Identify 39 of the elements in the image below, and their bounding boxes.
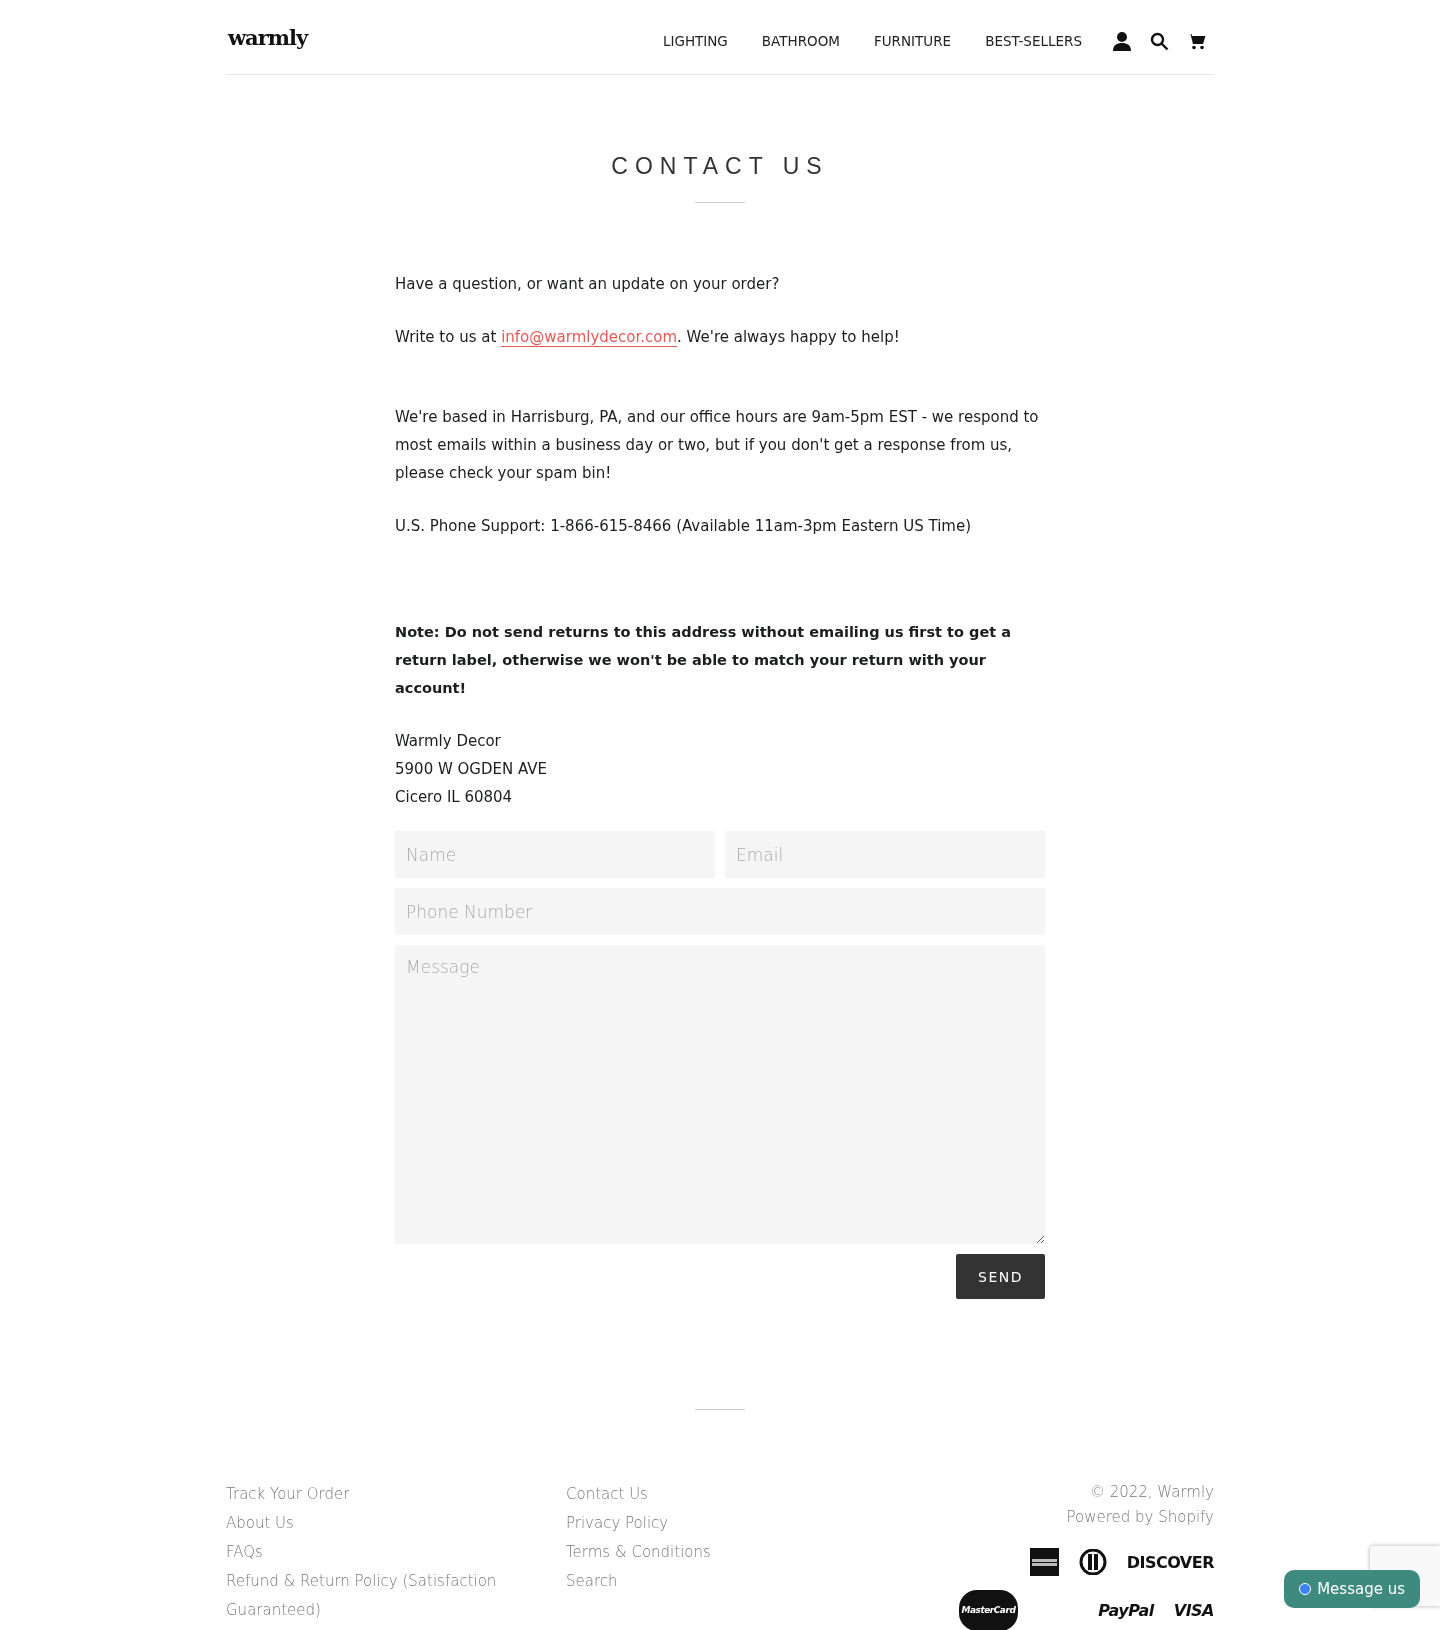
mastercard-logo: MasterCard xyxy=(958,1590,1019,1630)
nav-link[interactable]: LIGHTING xyxy=(662,33,728,49)
contact-text: We're based in Harrisburg, PA, and our office hours are 9am-5pm EST - we respond to most emails within a business day or two, but if you don't get a response from us, please check your spam bin! xyxy=(395,407,1040,484)
footer-link[interactable]: Refund & Return Policy (Satisfaction Guaranteed) xyxy=(226,1567,566,1625)
contact-text: U.S. Phone Support: 1-866-615-8466 (Available 11am-3pm Eastern US Time) xyxy=(395,516,972,537)
returns-note: Note: Do not send returns to this address without emailing us first to get a return label, otherwise we won't be able to match your return with your account! xyxy=(395,623,1012,698)
account-icon[interactable] xyxy=(1112,31,1132,51)
message-field[interactable]: Message xyxy=(395,945,1045,1244)
send-button[interactable]: SEND xyxy=(956,1254,1045,1299)
copyright-text: © 2022, Warmly xyxy=(1089,1482,1214,1503)
footer-link[interactable]: Privacy Policy xyxy=(566,1509,866,1538)
paypal-logo: PayPal xyxy=(1098,1600,1154,1622)
footer-link[interactable]: Track Your Order xyxy=(226,1480,566,1509)
name-field[interactable]: Name xyxy=(395,831,715,878)
address-line: Cicero IL 60804 xyxy=(395,787,514,808)
phone-field[interactable]: Phone Number xyxy=(395,888,1045,935)
message-us-button[interactable]: Message us xyxy=(1284,1570,1420,1608)
amex-card-icon xyxy=(1029,1548,1059,1576)
footer-link[interactable]: Contact Us xyxy=(566,1480,866,1509)
logo[interactable]: warmly xyxy=(228,24,308,50)
footer-link[interactable]: Search xyxy=(566,1567,866,1596)
nav-link[interactable]: BATHROOM xyxy=(761,33,840,49)
email-link[interactable]: info@warmlydecor.com xyxy=(501,328,678,347)
nav-link[interactable]: BEST-SELLERS xyxy=(985,33,1082,49)
footer-link[interactable]: About Us xyxy=(226,1509,566,1538)
footer-link[interactable]: Terms & Conditions xyxy=(566,1538,866,1567)
address-line: Warmly Decor xyxy=(395,731,502,752)
visa-logo: VISA xyxy=(1173,1600,1214,1622)
powered-by-link[interactable]: Powered by Shopify xyxy=(1066,1505,1214,1530)
footer-link[interactable]: FAQs xyxy=(226,1538,566,1567)
discover-logo: DISCOVER xyxy=(1126,1551,1214,1574)
address-line: 5900 W OGDEN AVE xyxy=(395,759,549,780)
email-field[interactable]: Email xyxy=(725,831,1045,878)
search-icon[interactable] xyxy=(1150,31,1169,51)
page-title: CONTACT US xyxy=(610,153,830,180)
diners-card-icon xyxy=(1078,1549,1107,1575)
nav-link[interactable]: FURNITURE xyxy=(873,33,952,49)
contact-text: Write to us at info@warmlydecor.com. We're always happy to help! xyxy=(395,327,901,349)
contact-text: Have a question, or want an update on your order? xyxy=(395,274,781,295)
